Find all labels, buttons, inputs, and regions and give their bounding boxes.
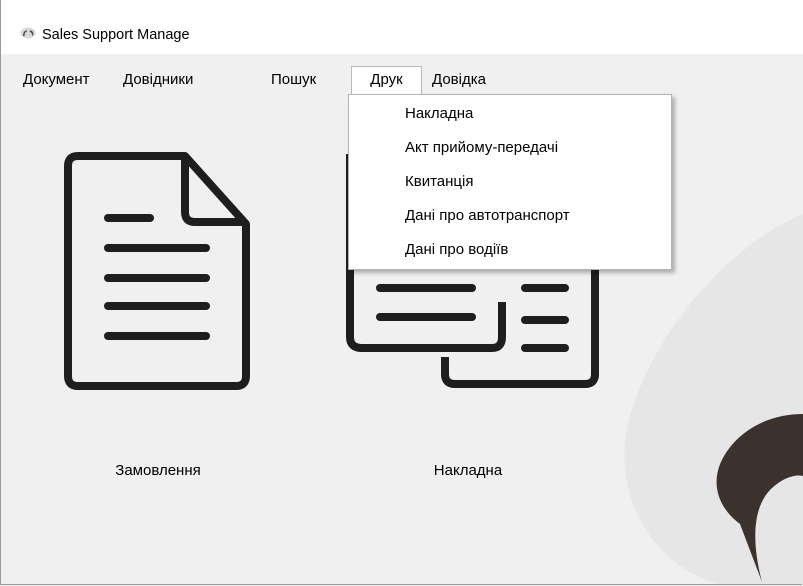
document-icon <box>64 152 250 390</box>
dropdown-item-transfer-act[interactable]: Акт прийому-передачі <box>350 133 670 163</box>
menu-search[interactable]: Пошук <box>271 66 333 94</box>
orders-tile-label: Замовлення <box>115 462 201 479</box>
dropdown-item-driver-data[interactable]: Дані про водіїв <box>350 235 670 265</box>
title-bar[interactable]: Sales Support Manage <box>0 0 803 54</box>
menu-document[interactable]: Документ <box>23 66 105 94</box>
dropdown-item-vehicle-data[interactable]: Дані про автотранспорт <box>350 201 670 231</box>
invoice-tile-label: Накладна <box>433 462 503 479</box>
app-logo-icon <box>20 27 36 39</box>
menu-print[interactable]: Друк <box>351 66 422 94</box>
window-title: Sales Support Manage <box>42 27 190 43</box>
menu-bar: Документ Довідники Пошук Друк Довідка <box>0 66 803 94</box>
dropdown-item-invoice[interactable]: Накладна <box>350 99 670 129</box>
print-dropdown-menu: Накладна Акт прийому-передачі Квитанція … <box>348 94 672 270</box>
orders-tile[interactable]: Замовлення <box>60 142 260 479</box>
menu-help[interactable]: Довідка <box>432 66 512 94</box>
menu-directories[interactable]: Довідники <box>123 66 223 94</box>
dropdown-item-receipt[interactable]: Квитанція <box>350 167 670 197</box>
